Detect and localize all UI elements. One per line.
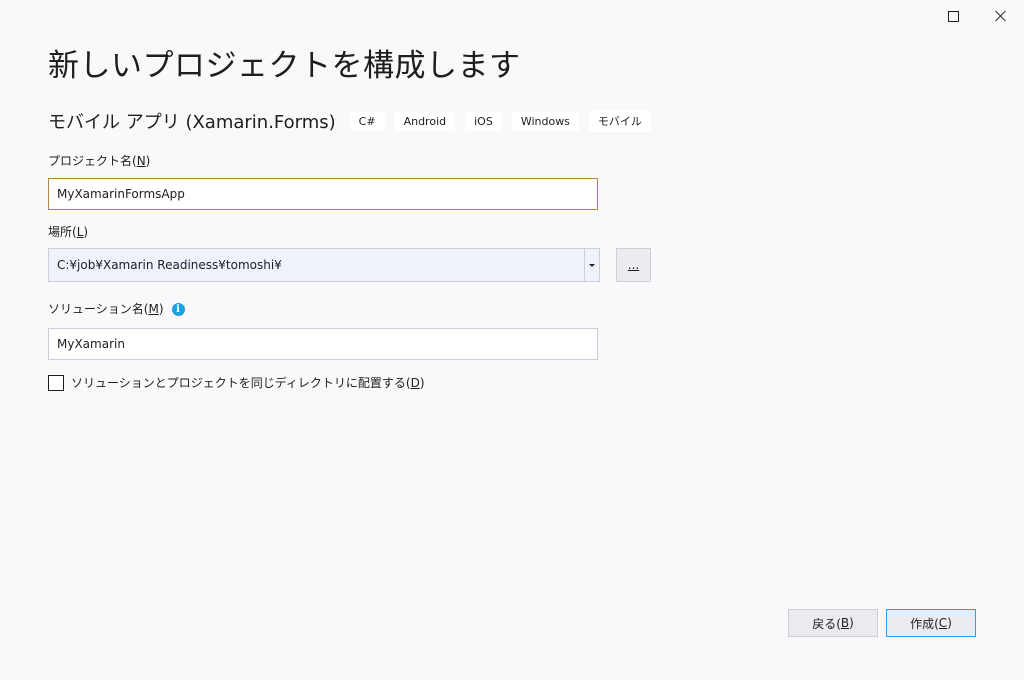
location-combobox[interactable]: C:¥job¥Xamarin Readiness¥tomoshi¥: [48, 248, 600, 282]
tag-windows: Windows: [511, 111, 579, 131]
create-button[interactable]: 作成(C): [886, 609, 976, 637]
configure-project-dialog: 新しいプロジェクトを構成します モバイル アプリ (Xamarin.Forms)…: [0, 0, 1024, 680]
solution-name-label: ソリューション名(M) i: [48, 300, 185, 317]
same-directory-option[interactable]: ソリューションとプロジェクトを同じディレクトリに配置する(D): [48, 374, 425, 391]
close-icon: [995, 10, 1007, 22]
browse-button[interactable]: ...: [616, 248, 651, 282]
project-name-input[interactable]: MyXamarinFormsApp: [48, 178, 598, 210]
tag-csharp: C#: [349, 111, 385, 131]
maximize-button[interactable]: [930, 4, 976, 28]
project-name-label: プロジェクト名(N): [48, 154, 151, 168]
tag-android: Android: [394, 111, 456, 131]
template-summary: モバイル アプリ (Xamarin.Forms) C# Android iOS …: [48, 108, 661, 134]
info-icon[interactable]: i: [171, 303, 185, 316]
same-directory-checkbox[interactable]: [48, 374, 64, 391]
tag-mobile: モバイル: [588, 110, 651, 132]
same-directory-label[interactable]: ソリューションとプロジェクトを同じディレクトリに配置する(D): [71, 374, 425, 391]
solution-name-input[interactable]: MyXamarin: [48, 328, 598, 360]
location-label: 場所(L): [48, 225, 89, 239]
chevron-down-icon: [589, 263, 595, 267]
page-title: 新しいプロジェクトを構成します: [48, 48, 521, 84]
tag-ios: iOS: [465, 111, 502, 131]
template-name: モバイル アプリ (Xamarin.Forms): [48, 112, 336, 133]
maximize-icon: [947, 10, 959, 22]
close-button[interactable]: [978, 4, 1024, 28]
location-dropdown-button[interactable]: [584, 249, 599, 281]
back-button[interactable]: 戻る(B): [788, 609, 878, 637]
location-value[interactable]: C:¥job¥Xamarin Readiness¥tomoshi¥: [49, 249, 584, 281]
